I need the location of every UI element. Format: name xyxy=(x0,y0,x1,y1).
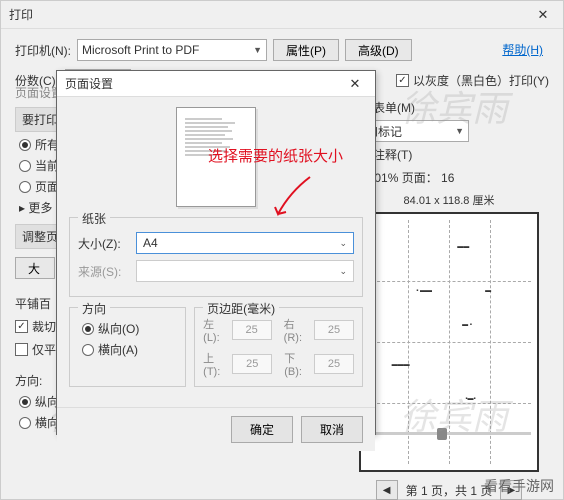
cancel-button[interactable]: 取消 xyxy=(301,416,363,443)
annotation-text: 选择需要的纸张大小 xyxy=(208,145,343,166)
ps-portrait-radio[interactable] xyxy=(82,323,94,335)
paper-size-value: A4 xyxy=(143,236,158,250)
landscape-radio[interactable] xyxy=(19,417,31,429)
margins-fieldset: 页边距(毫米) 左(L): 右(R): 上(T): 下(B): xyxy=(194,307,363,387)
grayscale-checkbox[interactable]: ✓ xyxy=(396,74,409,87)
portrait-radio[interactable] xyxy=(19,396,31,408)
margins-group-title: 页边距(毫米) xyxy=(203,300,279,317)
help-link[interactable]: 帮助(H) xyxy=(502,41,543,58)
chevron-down-icon: ▼ xyxy=(253,45,262,55)
print-title: 打印 xyxy=(9,6,33,23)
chevron-down-icon: ▼ xyxy=(455,126,464,136)
source-label: 来源(S): xyxy=(78,263,128,280)
brand-watermark: 看看手游网 xyxy=(484,476,554,496)
paper-group-title: 纸张 xyxy=(78,210,110,227)
close-icon[interactable]: ✕ xyxy=(531,5,555,25)
size-label: 大小(Z): xyxy=(78,235,128,252)
ps-landscape-radio[interactable] xyxy=(82,344,94,356)
margin-right-input[interactable] xyxy=(314,320,354,340)
forms-title: 释和表单(M) xyxy=(349,99,549,116)
grayscale-label: 以灰度（黑白色）打印(Y) xyxy=(413,72,549,89)
preview-slider[interactable] xyxy=(351,428,531,440)
preview-section: 释和表单(M) 当和标记 ▼ 小结注释(T) 比: 101% 页面： 16 84… xyxy=(349,99,549,500)
size-button[interactable]: 大 xyxy=(15,257,55,279)
page-setup-dialog: 页面设置 ✕ 纸张 大小(Z): A4 ⌄ 来 xyxy=(56,70,376,435)
onlytile-checkbox[interactable] xyxy=(15,343,28,356)
properties-button[interactable]: 属性(P) xyxy=(273,39,339,61)
printer-label: 打印机(N): xyxy=(15,42,71,59)
current-page-radio[interactable] xyxy=(19,160,31,172)
margin-top-input[interactable] xyxy=(232,354,272,374)
chevron-down-icon: ⌄ xyxy=(339,266,347,277)
paper-size-label: 84.01 x 118.8 厘米 xyxy=(349,192,549,208)
all-pages-radio[interactable] xyxy=(19,139,31,151)
prev-page-button[interactable]: ◀ xyxy=(376,480,398,500)
cutmarks-checkbox[interactable]: ✓ xyxy=(15,320,28,333)
paper-source-select: ⌄ xyxy=(136,260,354,282)
chevron-down-icon: ⌄ xyxy=(339,238,347,249)
close-icon[interactable]: ✕ xyxy=(343,74,367,94)
ok-button[interactable]: 确定 xyxy=(231,416,293,443)
paper-fieldset: 纸张 大小(Z): A4 ⌄ 来源(S): ⌄ xyxy=(69,217,363,297)
printer-value: Microsoft Print to PDF xyxy=(82,43,199,57)
paper-size-select[interactable]: A4 ⌄ xyxy=(136,232,354,254)
orientation-group-title: 方向 xyxy=(78,300,110,317)
orientation-fieldset: 方向 纵向(O) 横向(A) xyxy=(69,307,186,387)
pages-radio[interactable] xyxy=(19,181,31,193)
print-title-bar: 打印 ✕ xyxy=(1,1,563,29)
advanced-button[interactable]: 高级(D) xyxy=(345,39,412,61)
page-info: 第 1 页，共 1 页 xyxy=(406,482,493,499)
page-setup-title: 页面设置 xyxy=(65,75,113,92)
margin-left-input[interactable] xyxy=(232,320,272,340)
annotation-arrow-icon xyxy=(270,172,320,225)
scale-info: 比: 101% 页面： 16 xyxy=(349,169,549,186)
summarize-label[interactable]: 小结注释(T) xyxy=(349,146,549,163)
printer-select[interactable]: Microsoft Print to PDF ▼ xyxy=(77,39,267,61)
margin-bottom-input[interactable] xyxy=(314,354,354,374)
page-setup-title-bar: 页面设置 ✕ xyxy=(57,71,375,97)
